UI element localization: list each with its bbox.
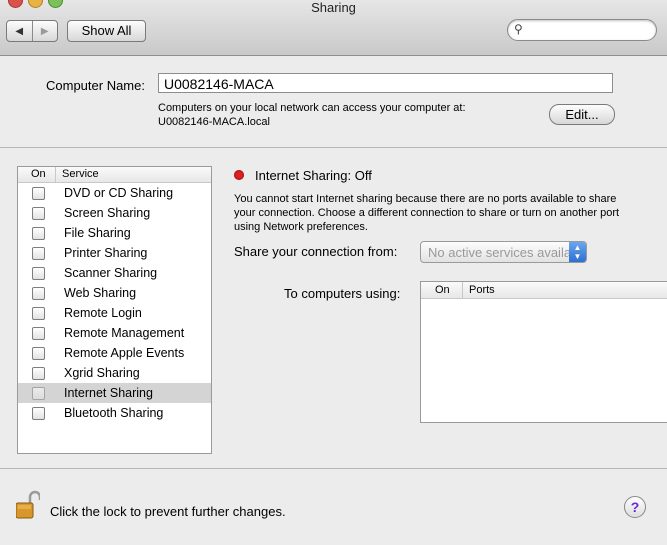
service-label: Remote Apple Events <box>64 346 185 360</box>
service-checkbox[interactable] <box>32 406 45 420</box>
help-icon[interactable]: ? <box>624 496 646 518</box>
ports-list: On Ports <box>420 281 667 423</box>
service-list-header: On Service <box>18 167 211 183</box>
service-row-web-sharing[interactable]: Web Sharing <box>18 283 211 303</box>
service-row-bluetooth-sharing[interactable]: Bluetooth Sharing <box>18 403 211 423</box>
service-checkbox[interactable] <box>32 226 45 240</box>
service-checkbox[interactable] <box>32 206 45 220</box>
service-row-remote-apple-events[interactable]: Remote Apple Events <box>18 343 211 363</box>
service-label: Remote Login <box>64 306 142 320</box>
column-header-ports[interactable]: Ports <box>463 282 495 298</box>
lock-icon[interactable] <box>15 490 42 520</box>
service-row-remote-login[interactable]: Remote Login <box>18 303 211 323</box>
forward-arrow-icon[interactable]: ▶ <box>31 21 58 41</box>
service-checkbox[interactable] <box>32 286 45 300</box>
service-checkbox[interactable] <box>32 346 45 360</box>
service-label: Web Sharing <box>64 286 137 300</box>
service-label: File Sharing <box>64 226 131 240</box>
service-label: Printer Sharing <box>64 246 148 260</box>
service-row-file-sharing[interactable]: File Sharing <box>18 223 211 243</box>
ports-list-header: On Ports <box>421 282 667 299</box>
service-label: DVD or CD Sharing <box>64 186 174 200</box>
service-label: Bluetooth Sharing <box>64 406 164 420</box>
service-checkbox[interactable] <box>32 306 45 320</box>
share-from-popup[interactable]: No active services available ▲ ▼ <box>420 241 587 263</box>
service-checkbox[interactable] <box>32 186 45 200</box>
service-row-xgrid-sharing[interactable]: Xgrid Sharing <box>18 363 211 383</box>
lock-message: Click the lock to prevent further change… <box>50 504 286 519</box>
popup-arrows-icon: ▲ ▼ <box>569 242 586 262</box>
sharing-status: Internet Sharing: Off <box>255 168 372 183</box>
service-row-screen-sharing[interactable]: Screen Sharing <box>18 203 211 223</box>
computer-name-label: Computer Name: <box>46 78 145 93</box>
service-row-dvd-cd-sharing[interactable]: DVD or CD Sharing <box>18 183 211 203</box>
service-label: Scanner Sharing <box>64 266 158 280</box>
service-checkbox[interactable] <box>32 366 45 380</box>
service-checkbox[interactable] <box>32 326 45 340</box>
service-label: Screen Sharing <box>64 206 151 220</box>
service-row-scanner-sharing[interactable]: Scanner Sharing <box>18 263 211 283</box>
edit-button[interactable]: Edit... <box>549 104 615 125</box>
service-row-printer-sharing[interactable]: Printer Sharing <box>18 243 211 263</box>
status-indicator-icon <box>234 170 244 180</box>
computer-name-field[interactable]: U0082146-MACA <box>158 73 613 93</box>
network-note-text: Computers on your local network can acce… <box>158 102 466 114</box>
back-forward-control: ◀ ▶ <box>6 20 58 42</box>
network-address: U0082146-MACA.local <box>158 116 270 128</box>
to-computers-label: To computers using: <box>284 286 401 301</box>
service-checkbox[interactable] <box>32 266 45 280</box>
column-header-service[interactable]: Service <box>56 167 99 182</box>
share-from-label: Share your connection from: <box>234 244 398 259</box>
service-label: Internet Sharing <box>64 386 153 400</box>
service-label: Xgrid Sharing <box>64 366 140 380</box>
column-header-on[interactable]: On <box>18 167 56 182</box>
show-all-button[interactable]: Show All <box>67 20 146 42</box>
service-row-remote-management[interactable]: Remote Management <box>18 323 211 343</box>
back-arrow-icon[interactable]: ◀ <box>7 21 32 41</box>
divider <box>0 147 667 148</box>
service-list: On Service DVD or CD Sharing Screen Shar… <box>17 166 212 454</box>
search-field[interactable]: ⚲ <box>507 19 657 41</box>
service-row-internet-sharing[interactable]: Internet Sharing <box>18 383 211 403</box>
sharing-description: You cannot start Internet sharing becaus… <box>234 193 620 233</box>
column-header-ports-on[interactable]: On <box>421 282 463 298</box>
window-title: Sharing <box>311 0 356 15</box>
service-checkbox[interactable] <box>32 246 45 260</box>
service-label: Remote Management <box>64 326 185 340</box>
title-bar: Sharing ◀ ▶ Show All ⚲ <box>0 0 667 56</box>
search-icon: ⚲ <box>514 22 523 36</box>
network-address-note: Computers on your local network can acce… <box>158 101 518 129</box>
service-checkbox[interactable] <box>32 386 45 400</box>
share-from-value: No active services available <box>428 245 587 260</box>
search-input[interactable] <box>530 22 652 38</box>
